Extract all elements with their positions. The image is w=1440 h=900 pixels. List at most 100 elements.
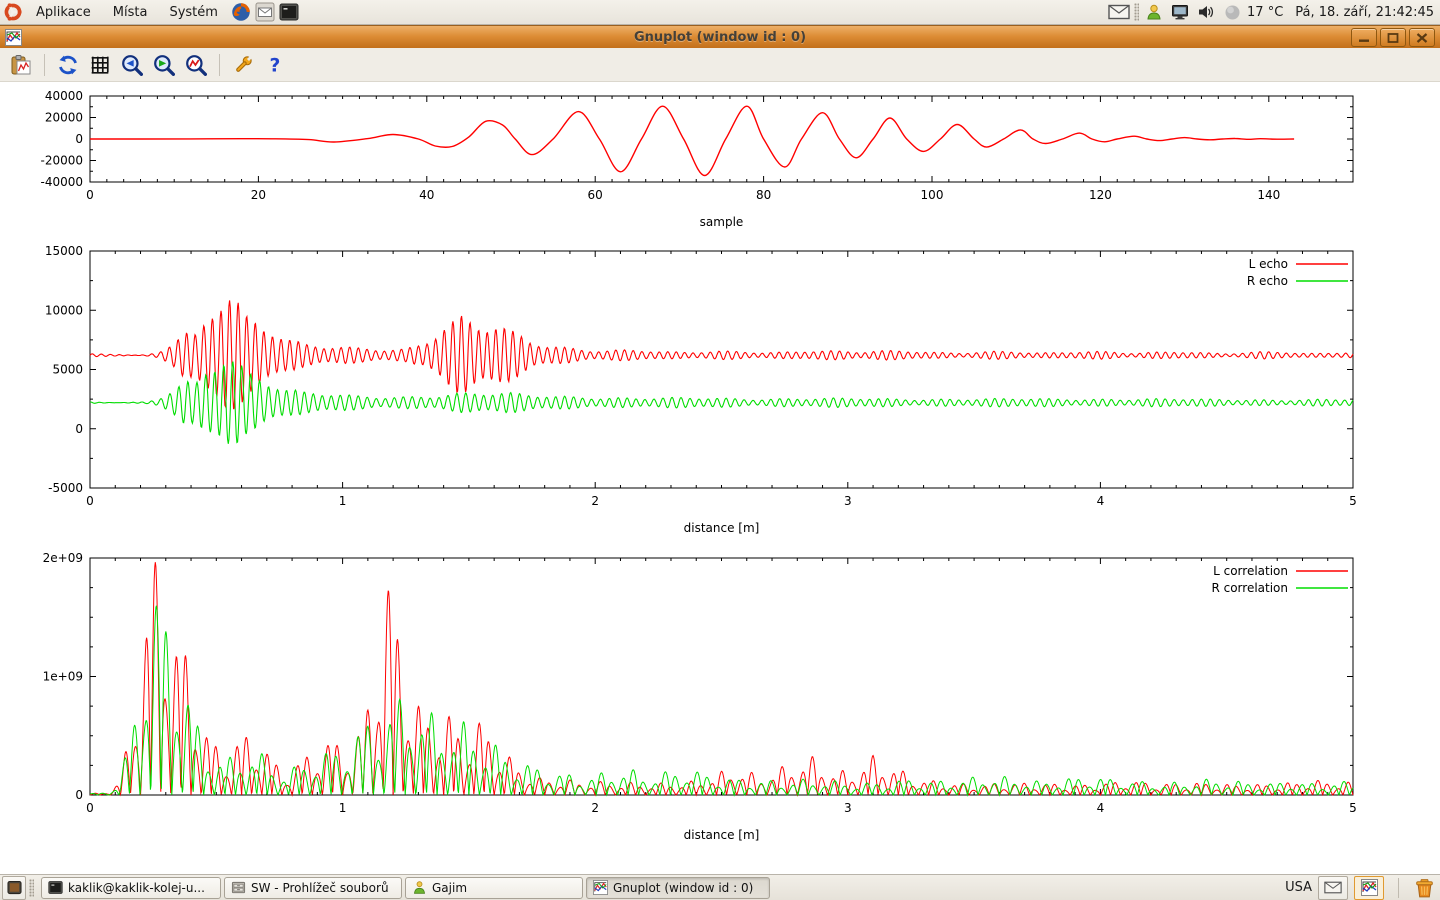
window-titlebar[interactable]: Gnuplot (window id : 0) <box>0 25 1440 49</box>
mail-launcher[interactable] <box>254 1 276 23</box>
zoom-previous-button[interactable] <box>119 52 145 78</box>
svg-text:0: 0 <box>86 494 94 508</box>
tray-drag-handle[interactable] <box>1134 3 1139 21</box>
mail-icon <box>255 2 275 22</box>
mail-tray-button[interactable] <box>1318 876 1348 900</box>
task-label: Gajim <box>432 881 467 895</box>
show-desktop-icon <box>7 880 22 895</box>
user-switcher-icon <box>1145 3 1163 21</box>
svg-text:3: 3 <box>844 801 852 815</box>
mail-notification-icon <box>1108 4 1130 20</box>
autoscale-icon <box>185 54 207 76</box>
svg-text:0: 0 <box>75 422 83 436</box>
svg-text:20000: 20000 <box>45 111 83 125</box>
help-button[interactable]: ? <box>262 52 288 78</box>
volume-tray[interactable] <box>1195 1 1217 23</box>
gajim-icon <box>412 880 427 895</box>
task-label: Gnuplot (window id : 0) <box>613 881 753 895</box>
file-manager-icon <box>231 880 246 895</box>
svg-text:0: 0 <box>75 132 83 146</box>
svg-text:5000: 5000 <box>52 363 83 377</box>
svg-text:20: 20 <box>251 188 266 202</box>
task-terminal-window[interactable]: kaklik@kaklik-kolej-u... <box>41 877 221 899</box>
copy-clipboard-icon <box>10 54 32 76</box>
zoom-next-button[interactable] <box>151 52 177 78</box>
display-settings-tray[interactable] <box>1169 1 1191 23</box>
svg-text:1: 1 <box>339 801 347 815</box>
clock[interactable]: Pá, 18. září, 21:42:45 <box>1295 5 1434 20</box>
settings-button[interactable] <box>230 52 256 78</box>
svg-text:0: 0 <box>86 188 94 202</box>
help-icon: ? <box>265 54 285 76</box>
svg-text:60: 60 <box>588 188 603 202</box>
firefox-launcher[interactable] <box>230 1 252 23</box>
toolbar-separator <box>44 54 45 76</box>
toggle-grid-button[interactable] <box>87 52 113 78</box>
svg-text:80: 80 <box>756 188 771 202</box>
weather-tray[interactable] <box>1221 1 1243 23</box>
mail-notification-tray[interactable] <box>1108 1 1130 23</box>
task-gnuplot-window[interactable]: Gnuplot (window id : 0) <box>586 877 770 899</box>
grid-icon <box>90 55 110 75</box>
ubuntu-logo-icon <box>3 2 23 22</box>
svg-text:distance [m]: distance [m] <box>684 521 760 535</box>
weather-icon <box>1224 4 1241 21</box>
taskbar: kaklik@kaklik-kolej-u... SW - Prohlížeč … <box>0 874 1440 900</box>
mail-tray-icon <box>1324 881 1342 894</box>
trash-applet[interactable] <box>1413 876 1436 899</box>
keyboard-layout-indicator[interactable]: USA <box>1285 880 1312 895</box>
terminal-launcher[interactable] <box>278 1 300 23</box>
task-file-manager-window[interactable]: SW - Prohlížeč souborů <box>224 877 402 899</box>
svg-text:4: 4 <box>1097 494 1105 508</box>
show-desktop-button[interactable] <box>2 876 26 900</box>
ubuntu-menu-logo-icon[interactable] <box>2 1 24 23</box>
chart-sample-waveform: 020406080100120140-40000-200000200004000… <box>0 82 1440 238</box>
trash-icon <box>1413 876 1436 899</box>
gnuplot-tray-icon <box>1361 879 1378 896</box>
terminal-icon <box>279 2 299 22</box>
svg-text:0: 0 <box>86 801 94 815</box>
menu-places[interactable]: Místa <box>103 2 158 23</box>
svg-text:3: 3 <box>844 494 852 508</box>
menu-applications[interactable]: Aplikace <box>26 2 101 23</box>
window-title: Gnuplot (window id : 0) <box>0 30 1440 45</box>
svg-text:5: 5 <box>1349 801 1357 815</box>
svg-text:-5000: -5000 <box>48 481 83 495</box>
copy-to-clipboard-button[interactable] <box>8 52 34 78</box>
svg-text:?: ? <box>270 55 281 75</box>
svg-text:1: 1 <box>339 494 347 508</box>
user-switcher-tray[interactable] <box>1143 1 1165 23</box>
svg-text:40: 40 <box>419 188 434 202</box>
svg-text:sample: sample <box>700 215 744 229</box>
svg-text:L echo: L echo <box>1249 257 1288 271</box>
svg-text:5: 5 <box>1349 494 1357 508</box>
gnuplot-tray-button[interactable] <box>1354 876 1384 900</box>
task-label: SW - Prohlížeč souborů <box>251 881 389 895</box>
zoom-previous-icon <box>121 54 143 76</box>
display-icon <box>1171 3 1189 21</box>
svg-text:1e+09: 1e+09 <box>43 670 83 684</box>
svg-text:R correlation: R correlation <box>1211 581 1288 595</box>
wrench-icon <box>232 54 254 76</box>
task-gajim-window[interactable]: Gajim <box>405 877 583 899</box>
chart-correlation-vs-distance: 01234501e+092e+09distance [m]L correlati… <box>0 545 1440 852</box>
svg-text:10000: 10000 <box>45 303 83 317</box>
tasklist-drag-handle[interactable] <box>29 879 34 897</box>
gnuplot-canvas: 020406080100120140-40000-200000200004000… <box>0 82 1440 874</box>
zoom-next-icon <box>153 54 175 76</box>
svg-text:140: 140 <box>1257 188 1280 202</box>
svg-text:2: 2 <box>591 494 599 508</box>
svg-text:0: 0 <box>75 788 83 802</box>
replot-button[interactable] <box>55 52 81 78</box>
terminal-icon <box>48 880 63 895</box>
menu-system[interactable]: Systém <box>159 2 227 23</box>
top-panel: Aplikace Místa Systém <box>0 0 1440 25</box>
svg-text:4: 4 <box>1097 801 1105 815</box>
svg-text:40000: 40000 <box>45 89 83 103</box>
desktop: Aplikace Místa Systém <box>0 0 1440 900</box>
taskbar-separator <box>1398 878 1399 898</box>
refresh-icon <box>58 55 78 75</box>
toolbar-separator <box>219 54 220 76</box>
svg-text:L correlation: L correlation <box>1213 564 1288 578</box>
autoscale-button[interactable] <box>183 52 209 78</box>
